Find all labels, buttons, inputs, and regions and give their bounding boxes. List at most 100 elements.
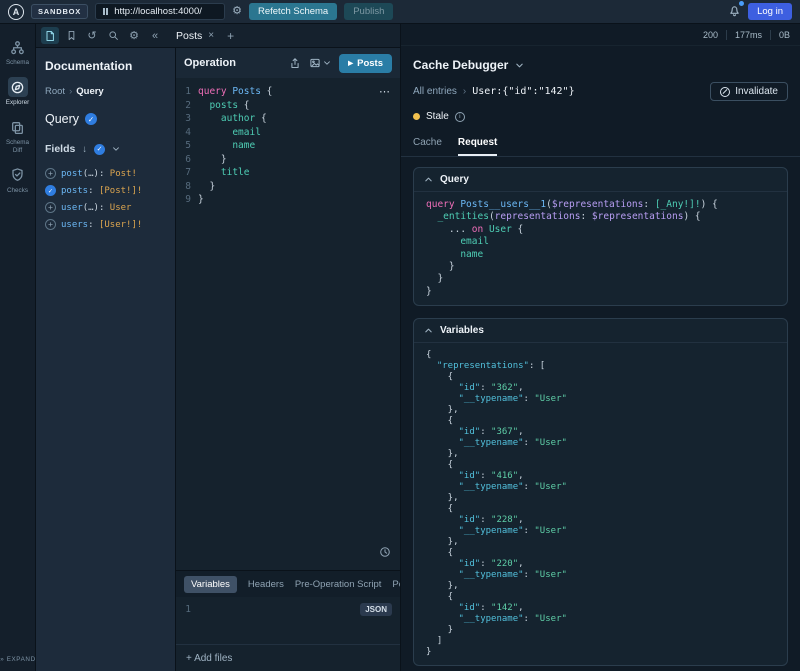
add-field-icon[interactable]: + [45, 202, 56, 213]
add-field-icon[interactable]: + [45, 219, 56, 230]
sidebar-label-checks: Checks [7, 187, 28, 194]
operation-header: Operation ▶ Posts [176, 48, 400, 78]
new-tab-button[interactable]: + [227, 29, 234, 43]
history-icon[interactable]: ↺ [83, 27, 101, 44]
cache-breadcrumb: All entries › User:{"id":"142"} Invalida… [401, 78, 800, 107]
fields-label: Fields [45, 143, 75, 155]
breadcrumb-root-link[interactable]: Root [45, 86, 65, 97]
fields-filter-check-icon[interactable]: ✓ [94, 144, 105, 155]
sidebar-label-schema-diff: Schema Diff [1, 139, 35, 153]
breadcrumb-current: Query [76, 86, 103, 97]
stale-dot-icon [413, 113, 420, 120]
variables-editor-space[interactable] [176, 621, 400, 644]
request-detail-scroll[interactable]: Query query Posts__users__1($representat… [401, 157, 800, 671]
notifications-bell-icon[interactable] [728, 4, 741, 20]
all-entries-link[interactable]: All entries [413, 86, 457, 97]
query-type-title: Query [45, 112, 79, 126]
cache-debugger-panel: 200 177ms 0B Cache Debugger All entries … [400, 24, 800, 671]
search-icon[interactable] [104, 27, 122, 44]
operation-bottom-tabs: Variables Headers Pre-Operation Script P… [176, 571, 400, 597]
tab-headers[interactable]: Headers [248, 579, 284, 590]
operation-code[interactable]: query Posts { posts { author { email nam… [198, 85, 272, 570]
query-type-row: Query ✓ [45, 112, 166, 126]
sandbox-badge: SANDBOX [31, 4, 88, 19]
sidebar-label-explorer: Explorer [6, 99, 29, 106]
variables-editor-row[interactable]: 1 JSON [176, 597, 400, 621]
chevron-down-icon [323, 59, 331, 67]
tab-variables[interactable]: Variables [184, 576, 237, 593]
operation-bottom-panel: Variables Headers Pre-Operation Script P… [176, 570, 400, 671]
breadcrumb-chevron: › [69, 86, 72, 97]
query-selected-check-icon[interactable]: ✓ [85, 113, 97, 125]
endpoint-url-input[interactable]: http://localhost:4000/ [95, 3, 225, 20]
run-button-label: Posts [357, 58, 383, 69]
left-rail: Schema Explorer Schema Diff Checks » EXP… [0, 24, 36, 671]
close-tab-icon[interactable]: × [208, 30, 214, 41]
operation-more-menu-icon[interactable]: ⋯ [379, 85, 391, 98]
expand-rail-button[interactable]: » EXPAND [0, 656, 36, 663]
response-status-bar: 200 177ms 0B [401, 24, 800, 46]
request-query-code: query Posts__users__1($representations: … [414, 192, 787, 305]
field-row-user[interactable]: + user(…): User [45, 199, 166, 216]
query-card: Query query Posts__users__1($representat… [413, 167, 788, 306]
request-variables-json: { "representations": [ { "id": "362", "_… [414, 343, 787, 665]
endpoint-url-text[interactable]: http://localhost:4000/ [114, 6, 202, 17]
play-icon: ▶ [348, 59, 353, 67]
publish-button[interactable]: Publish [344, 3, 393, 20]
operations-doc-icon[interactable] [41, 27, 59, 44]
tab-posts[interactable]: Posts × [176, 30, 214, 42]
connection-settings-gear-icon[interactable]: ⚙ [232, 6, 242, 17]
add-files-button[interactable]: + Add files [176, 644, 400, 671]
variables-card-header[interactable]: Variables [414, 319, 787, 343]
variables-card-title: Variables [440, 325, 484, 336]
sidebar-item-schema[interactable]: Schema [1, 34, 35, 69]
cache-debugger-dropdown[interactable]: Cache Debugger [401, 46, 800, 78]
documentation-panel: Documentation Root › Query Query ✓ Field… [36, 48, 176, 671]
field-row-posts[interactable]: ✓ posts: [Post!]! [45, 182, 166, 199]
apollo-sandbox-app: A SANDBOX http://localhost:4000/ ⚙ Refet… [0, 0, 800, 671]
sidebar-item-checks[interactable]: Checks [1, 162, 35, 197]
documentation-title: Documentation [45, 59, 166, 73]
status-duration: 177ms [735, 30, 762, 40]
json-format-badge[interactable]: JSON [360, 603, 392, 616]
field-row-users[interactable]: + users: [User!]! [45, 216, 166, 233]
tab-request[interactable]: Request [458, 131, 497, 156]
field-row-post[interactable]: + post(…): Post! [45, 165, 166, 182]
field-selected-check-icon[interactable]: ✓ [45, 185, 56, 196]
field-signature: users: [User!]! [61, 220, 142, 230]
sidebar-item-schema-diff[interactable]: Schema Diff [1, 114, 35, 156]
info-icon[interactable]: i [455, 112, 465, 122]
refetch-schema-button[interactable]: Refetch Schema [249, 3, 337, 20]
explorer-icon [8, 77, 28, 97]
fields-sort-icon[interactable]: ↓ [82, 144, 87, 155]
tab-pre-operation-script[interactable]: Pre-Operation Script [295, 579, 382, 590]
share-operation-icon[interactable] [289, 57, 301, 69]
explorer-settings-gear-icon[interactable]: ⚙ [125, 27, 143, 44]
pause-polling-icon[interactable] [103, 8, 108, 15]
status-code: 200 [703, 30, 718, 40]
notification-dot [739, 1, 744, 6]
cache-debugger-title: Cache Debugger [413, 58, 508, 72]
save-operation-icon[interactable] [309, 57, 331, 69]
collapse-panel-icon[interactable]: « [146, 27, 164, 44]
fields-chevron-down-icon[interactable] [112, 145, 120, 153]
schema-icon [8, 37, 28, 57]
apollo-logo-letter: A [13, 7, 20, 17]
invalidate-button[interactable]: Invalidate [710, 82, 788, 101]
operation-history-clock-icon[interactable] [379, 545, 391, 563]
expand-label: EXPAND [7, 656, 36, 663]
field-signature: post(…): Post! [61, 169, 137, 179]
operation-editor[interactable]: 123456789 query Posts { posts { author {… [176, 78, 400, 570]
run-operation-button[interactable]: ▶ Posts [339, 54, 392, 73]
bookmark-icon[interactable] [62, 27, 80, 44]
query-card-header[interactable]: Query [414, 168, 787, 192]
tab-cache[interactable]: Cache [413, 131, 442, 156]
sidebar-item-explorer[interactable]: Explorer [1, 74, 35, 109]
field-signature: posts: [Post!]! [61, 186, 142, 196]
tab-post-operation-script[interactable]: Post-Operation Script [392, 579, 400, 590]
apollo-logo[interactable]: A [8, 4, 24, 20]
variables-card: Variables { "representations": [ { "id":… [413, 318, 788, 666]
invalidate-label: Invalidate [735, 86, 778, 97]
add-field-icon[interactable]: + [45, 168, 56, 179]
login-button[interactable]: Log in [748, 3, 792, 20]
